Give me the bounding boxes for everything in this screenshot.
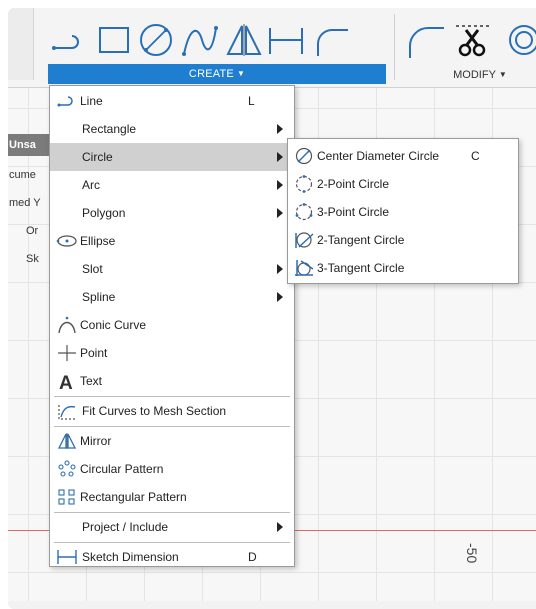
menu-item-label: Project / Include bbox=[82, 520, 169, 534]
toolbar: CREATE ▼ MODIFY ▼ bbox=[8, 8, 536, 88]
menu-item-project-include[interactable]: Project / Include bbox=[50, 513, 294, 541]
menu-item-label: Circular Pattern bbox=[80, 462, 164, 476]
menu-item-label: Rectangle bbox=[82, 122, 137, 136]
submenu-item-label: 3-Point Circle bbox=[317, 205, 390, 219]
submenu-arrow-icon bbox=[277, 522, 283, 532]
menu-item-label: Arc bbox=[82, 178, 100, 192]
menu-item-point[interactable]: Point bbox=[50, 339, 294, 367]
center-diameter-circle-icon bbox=[293, 147, 315, 165]
menu-item-label: Polygon bbox=[82, 206, 126, 220]
menu-item-circular-pattern[interactable]: Circular Pattern bbox=[50, 455, 294, 483]
slot-tool-icon[interactable] bbox=[308, 20, 352, 60]
create-tab-label: CREATE bbox=[188, 68, 234, 80]
menu-item-text[interactable]: A Text bbox=[50, 367, 294, 395]
trim-tool-icon[interactable] bbox=[452, 20, 496, 60]
sketch-dimension-icon bbox=[56, 548, 78, 566]
menu-item-mirror[interactable]: Mirror bbox=[50, 427, 294, 455]
ellipse-icon bbox=[56, 232, 78, 250]
menu-item-ellipse[interactable]: Ellipse bbox=[50, 227, 294, 255]
submenu-arrow-icon bbox=[277, 208, 283, 218]
menu-item-shortcut: D bbox=[248, 550, 257, 564]
submenu-arrow-icon bbox=[277, 124, 283, 134]
three-point-circle-icon bbox=[293, 203, 315, 221]
menu-item-label: Sketch Dimension bbox=[82, 550, 179, 564]
submenu-item-center-diameter-circle[interactable]: Center Diameter Circle C bbox=[288, 142, 518, 170]
submenu-item-label: Center Diameter Circle bbox=[317, 149, 440, 163]
submenu-item-label: 2-Tangent Circle bbox=[317, 233, 405, 247]
menu-item-rectangular-pattern[interactable]: Rectangular Pattern bbox=[50, 483, 294, 511]
submenu-item-three-tangent-circle[interactable]: 3-Tangent Circle bbox=[288, 254, 518, 282]
line-tool-icon[interactable] bbox=[48, 20, 92, 60]
rectangular-pattern-icon bbox=[56, 488, 78, 506]
modify-menu-tab[interactable]: MODIFY ▼ bbox=[440, 66, 520, 84]
mirror-icon bbox=[56, 432, 78, 450]
three-tangent-circle-icon bbox=[293, 259, 315, 277]
menu-item-slot[interactable]: Slot bbox=[50, 255, 294, 283]
menu-item-label: Text bbox=[80, 374, 103, 388]
rectangle-tool-icon[interactable] bbox=[92, 20, 136, 60]
point-icon bbox=[56, 344, 78, 362]
caret-down-icon: ▼ bbox=[236, 69, 246, 78]
menu-item-rectangle[interactable]: Rectangle bbox=[50, 115, 294, 143]
circle-submenu: Center Diameter Circle C 2-Point Circle … bbox=[287, 138, 519, 284]
menu-item-conic-curve[interactable]: Conic Curve bbox=[50, 311, 294, 339]
menu-item-shortcut: L bbox=[248, 94, 255, 108]
menu-item-label: Conic Curve bbox=[80, 318, 147, 332]
menu-item-label: Rectangular Pattern bbox=[80, 490, 187, 504]
submenu-item-label: 3-Tangent Circle bbox=[317, 261, 405, 275]
menu-item-label: Line bbox=[80, 94, 103, 108]
toolbar-divider bbox=[394, 14, 395, 80]
dimension-tool-icon[interactable] bbox=[264, 20, 308, 60]
menu-item-line[interactable]: Line L bbox=[50, 87, 294, 115]
menu-item-polygon[interactable]: Polygon bbox=[50, 199, 294, 227]
offset-tool-icon[interactable] bbox=[500, 20, 536, 60]
menu-item-label: Ellipse bbox=[80, 234, 116, 248]
menu-item-label: Spline bbox=[82, 290, 116, 304]
fit-curves-icon bbox=[56, 402, 78, 420]
modify-tab-label: MODIFY bbox=[453, 69, 496, 81]
caret-down-icon: ▼ bbox=[498, 70, 507, 79]
submenu-arrow-icon bbox=[277, 292, 283, 302]
app-window: CREATE ▼ MODIFY ▼ -50 Unsa cume med Y Or S… bbox=[8, 8, 536, 609]
submenu-item-two-tangent-circle[interactable]: 2-Tangent Circle bbox=[288, 226, 518, 254]
menu-item-label: Point bbox=[80, 346, 108, 360]
axis-tick-label: -50 bbox=[464, 543, 480, 564]
menu-item-label: Slot bbox=[82, 262, 103, 276]
submenu-item-label: 2-Point Circle bbox=[317, 177, 390, 191]
spline-tool-icon[interactable] bbox=[178, 20, 222, 60]
text-icon: A bbox=[56, 372, 78, 390]
submenu-item-three-point-circle[interactable]: 3-Point Circle bbox=[288, 198, 518, 226]
mirror-tool-icon[interactable] bbox=[222, 20, 266, 60]
menu-item-label: Mirror bbox=[80, 434, 112, 448]
svg-text:A: A bbox=[59, 373, 73, 390]
menu-item-circle[interactable]: Circle bbox=[50, 143, 294, 171]
submenu-arrow-icon bbox=[277, 152, 283, 162]
line-icon bbox=[56, 92, 78, 110]
two-tangent-circle-icon bbox=[293, 231, 315, 249]
submenu-arrow-icon bbox=[277, 264, 283, 274]
submenu-item-shortcut: C bbox=[471, 149, 480, 163]
create-dropdown-menu: Line L Rectangle Circle Arc Polygon Elli… bbox=[49, 85, 295, 567]
create-menu-tab[interactable]: CREATE ▼ bbox=[48, 64, 386, 84]
two-point-circle-icon bbox=[293, 175, 315, 193]
submenu-arrow-icon bbox=[277, 180, 283, 190]
submenu-item-two-point-circle[interactable]: 2-Point Circle bbox=[288, 170, 518, 198]
menu-item-spline[interactable]: Spline bbox=[50, 283, 294, 311]
menu-item-arc[interactable]: Arc bbox=[50, 171, 294, 199]
circular-pattern-icon bbox=[56, 460, 78, 478]
menu-item-label: Fit Curves to Mesh Section bbox=[82, 404, 227, 418]
fillet-tool-icon[interactable] bbox=[404, 20, 448, 60]
menu-item-fit-curves[interactable]: Fit Curves to Mesh Section bbox=[50, 397, 294, 425]
circle-tool-icon[interactable] bbox=[134, 20, 178, 60]
conic-curve-icon bbox=[56, 316, 78, 334]
toolbar-left-edge bbox=[8, 8, 34, 80]
menu-item-label: Circle bbox=[82, 150, 113, 164]
menu-item-sketch-dimension[interactable]: Sketch Dimension D bbox=[50, 543, 294, 571]
